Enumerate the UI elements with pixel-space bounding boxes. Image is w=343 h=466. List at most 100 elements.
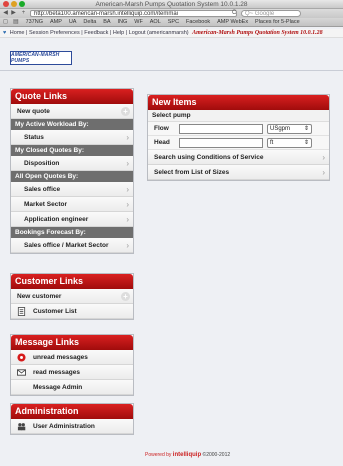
new-items-panel: New Items Select pump Flow USgpm ⇕ Head …	[147, 94, 330, 181]
nav-home[interactable]: Home	[10, 30, 25, 36]
bookmark-item[interactable]: UA	[69, 18, 77, 26]
chevron-right-icon: ›	[126, 133, 129, 142]
section-header: My Closed Quotes By:	[11, 145, 133, 156]
nav-feedback[interactable]: Feedback	[84, 30, 108, 36]
chevron-right-icon: ›	[322, 168, 325, 177]
market-sector-label: Market Sector	[24, 201, 67, 208]
chevron-right-icon: ›	[126, 200, 129, 209]
divider	[0, 70, 343, 71]
closed-disposition-link[interactable]: Disposition ›	[11, 156, 133, 171]
add-bookmark-icon[interactable]: +	[20, 10, 27, 17]
bookmark-item[interactable]: Delta	[83, 18, 96, 26]
message-admin-label: Message Admin	[33, 384, 83, 391]
select-sizes-link[interactable]: Select from List of Sizes ›	[148, 165, 329, 180]
bookmark-item[interactable]: AOL	[150, 18, 161, 26]
bookmarks-icon[interactable]: ▤	[13, 18, 19, 26]
head-unit-select[interactable]: ft ⇕	[267, 138, 312, 148]
section-header: My Active Workload By:	[11, 119, 133, 130]
sales-office-market-label: Sales office / Market Sector	[24, 242, 109, 249]
quote-links-panel: Quote Links New quote + My Active Worklo…	[10, 88, 134, 254]
nav-logout[interactable]: Logout (americanmarsh)	[129, 30, 189, 36]
bookmarks-bar: ◻ ▤ 737NG AMP UA Delta BA ING WF AOL SPC…	[0, 18, 343, 27]
flow-input[interactable]	[179, 124, 263, 134]
bookmark-item[interactable]: SPC	[168, 18, 179, 26]
bookmark-item[interactable]: ING	[118, 18, 128, 26]
address-bar[interactable]: http://beta100.american-marsh.intelliqui…	[30, 10, 237, 17]
open-application-engineer-link[interactable]: Application engineer ›	[11, 212, 133, 227]
head-label: Head	[154, 139, 170, 146]
back-icon[interactable]: ◀	[2, 10, 9, 17]
intelliquip-logo[interactable]: intelliquip	[173, 452, 201, 458]
reload-icon[interactable]: C	[232, 10, 236, 16]
envelope-icon	[17, 369, 26, 376]
read-messages-link[interactable]: read messages	[11, 365, 133, 380]
bookmark-item[interactable]: AMP WebEx	[217, 18, 248, 26]
workload-status-link[interactable]: Status ›	[11, 130, 133, 145]
bookmark-item[interactable]: WF	[134, 18, 143, 26]
select-arrows-icon: ⇕	[303, 140, 309, 146]
browser-toolbar: ◀ ▶ + http://beta100.american-marsh.inte…	[0, 9, 343, 18]
powered-by-label: Powered by	[145, 452, 172, 458]
customer-links-panel: Customer Links New customer + Customer L…	[10, 273, 134, 320]
select-sizes-label: Select from List of Sizes	[154, 169, 230, 176]
forecast-sales-office-market-link[interactable]: Sales office / Market Sector ›	[11, 238, 133, 253]
administration-panel: Administration User Administration	[10, 403, 134, 435]
bookmark-item[interactable]: BA	[103, 18, 110, 26]
heart-icon: ♥	[3, 30, 7, 36]
chevron-right-icon: ›	[126, 159, 129, 168]
nav-help[interactable]: Help	[113, 30, 124, 36]
section-header: All Open Quotes By:	[11, 171, 133, 182]
chevron-right-icon: ›	[126, 215, 129, 224]
forward-icon[interactable]: ▶	[10, 10, 17, 17]
chevron-right-icon: ›	[126, 241, 129, 250]
nav-session-preferences[interactable]: Session Preferences	[29, 30, 80, 36]
user-administration-link[interactable]: User Administration	[11, 419, 133, 434]
select-pump-subtitle: Select pump	[148, 110, 329, 122]
new-quote-link[interactable]: New quote +	[11, 104, 133, 119]
head-unit-value: ft	[270, 140, 274, 146]
add-icon[interactable]: +	[121, 292, 130, 301]
open-market-sector-link[interactable]: Market Sector ›	[11, 197, 133, 212]
search-conditions-link[interactable]: Search using Conditions of Service ›	[148, 150, 329, 165]
section-header: Bookings Forecast By:	[11, 227, 133, 238]
head-row: Head ft ⇕	[148, 136, 329, 150]
top-nav: ♥ Home | Session Preferences | Feedback …	[0, 29, 343, 38]
flow-unit-select[interactable]: USgpm ⇕	[267, 124, 312, 134]
company-logo[interactable]: AMERICAN-MARSH PUMPS	[10, 51, 72, 65]
user-admin-label: User Administration	[33, 423, 95, 430]
browser-titlebar: American-Marsh Pumps Quotation System 10…	[0, 0, 343, 9]
administration-title: Administration	[11, 404, 133, 419]
search-input[interactable]: Q~ Google	[241, 10, 301, 17]
users-icon	[17, 423, 26, 431]
bookmark-item[interactable]: Places for 5-Place	[255, 18, 300, 26]
open-sales-office-link[interactable]: Sales office ›	[11, 182, 133, 197]
logo-text: AMERICAN-MARSH PUMPS	[11, 52, 60, 64]
new-customer-label: New customer	[17, 293, 62, 300]
message-admin-link[interactable]: Message Admin	[11, 380, 133, 395]
unread-messages-link[interactable]: unread messages	[11, 350, 133, 365]
disposition-label: Disposition	[24, 160, 60, 167]
alert-icon	[17, 353, 26, 362]
quote-links-title: Quote Links	[11, 89, 133, 104]
window-title: American-Marsh Pumps Quotation System 10…	[95, 1, 248, 8]
new-customer-link[interactable]: New customer +	[11, 289, 133, 304]
add-icon[interactable]: +	[121, 107, 130, 116]
read-label: read messages	[33, 369, 80, 376]
bookmark-item[interactable]: Facebook	[186, 18, 210, 26]
reading-list-icon[interactable]: ◻	[3, 18, 8, 26]
sales-office-label: Sales office	[24, 186, 61, 193]
footer: Powered by intelliquip ©2000-2012	[145, 452, 230, 458]
new-quote-label: New quote	[17, 108, 50, 115]
customer-list-link[interactable]: Customer List	[11, 304, 133, 319]
copyright-text: ©2000-2012	[202, 452, 231, 458]
search-conditions-label: Search using Conditions of Service	[154, 154, 264, 161]
new-items-title: New Items	[148, 95, 329, 110]
application-engineer-label: Application engineer	[24, 216, 89, 223]
head-input[interactable]	[179, 138, 263, 148]
message-links-panel: Message Links unread messages read messa…	[10, 334, 134, 396]
customer-links-title: Customer Links	[11, 274, 133, 289]
flow-label: Flow	[154, 125, 169, 132]
flow-unit-value: USgpm	[270, 126, 291, 132]
bookmark-item[interactable]: 737NG	[26, 18, 43, 26]
bookmark-item[interactable]: AMP	[50, 18, 62, 26]
